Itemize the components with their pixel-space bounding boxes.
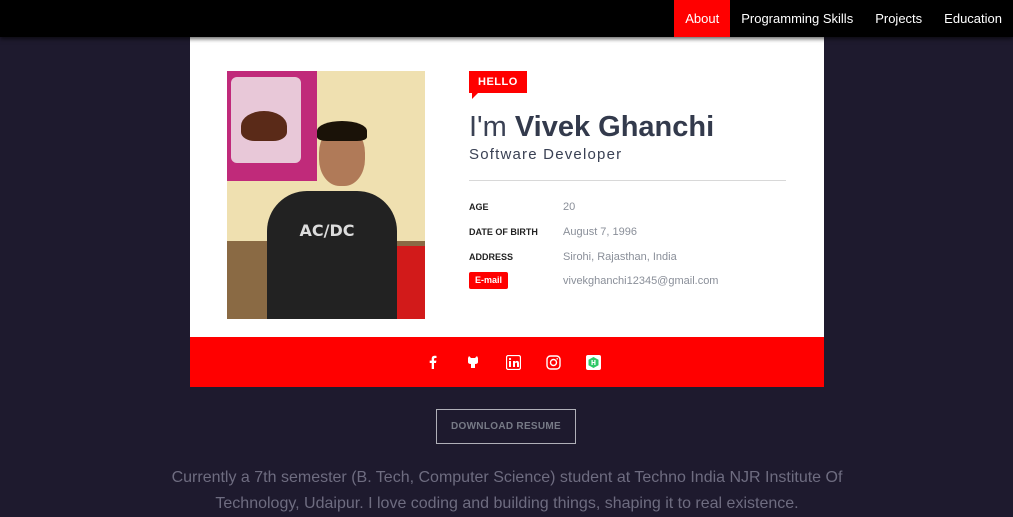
greeting-text: I'm [469, 111, 507, 143]
age-value: 20 [563, 201, 576, 213]
hackerrank-icon[interactable] [585, 354, 601, 370]
hello-badge: HELLO [469, 71, 527, 99]
profile-name: Vivek Ghanchi [514, 111, 715, 143]
address-value: Sirohi, Rajasthan, India [563, 251, 677, 263]
social-bar [190, 337, 824, 387]
profile-title: Software Developer [469, 146, 623, 163]
download-resume-button[interactable]: DOWNLOAD RESUME [436, 409, 576, 444]
top-navbar: About Programming Skills Projects Educat… [0, 0, 1013, 37]
email-label: E-mail [469, 272, 509, 289]
nav-item-programming-skills[interactable]: Programming Skills [730, 0, 864, 37]
email-value[interactable]: vivekghanchi12345@gmail.com [563, 275, 718, 287]
address-label: ADDRESS [469, 252, 514, 262]
dob-value: August 7, 1996 [563, 226, 638, 238]
profile-card: AC/DC HELLO I'm Vivek Ghanchi Software D… [190, 37, 824, 337]
github-icon[interactable] [466, 355, 481, 370]
nav-menu: About Programming Skills Projects Educat… [674, 0, 1013, 37]
social-icons [190, 337, 824, 387]
instagram-icon[interactable] [545, 354, 561, 370]
age-label: AGE [469, 202, 489, 212]
nav-item-education[interactable]: Education [933, 0, 1013, 37]
nav-item-about[interactable]: About [674, 0, 731, 37]
linkedin-icon[interactable] [505, 354, 521, 370]
divider [469, 180, 786, 181]
about-text: Currently a 7th semester (B. Tech, Compu… [171, 469, 843, 512]
profile-photo: AC/DC [227, 71, 425, 319]
facebook-icon[interactable] [426, 355, 441, 370]
dob-label: DATE OF BIRTH [469, 227, 538, 237]
nav-item-projects[interactable]: Projects [864, 0, 933, 37]
profile-heading: I'm Vivek Ghanchi [469, 111, 714, 144]
